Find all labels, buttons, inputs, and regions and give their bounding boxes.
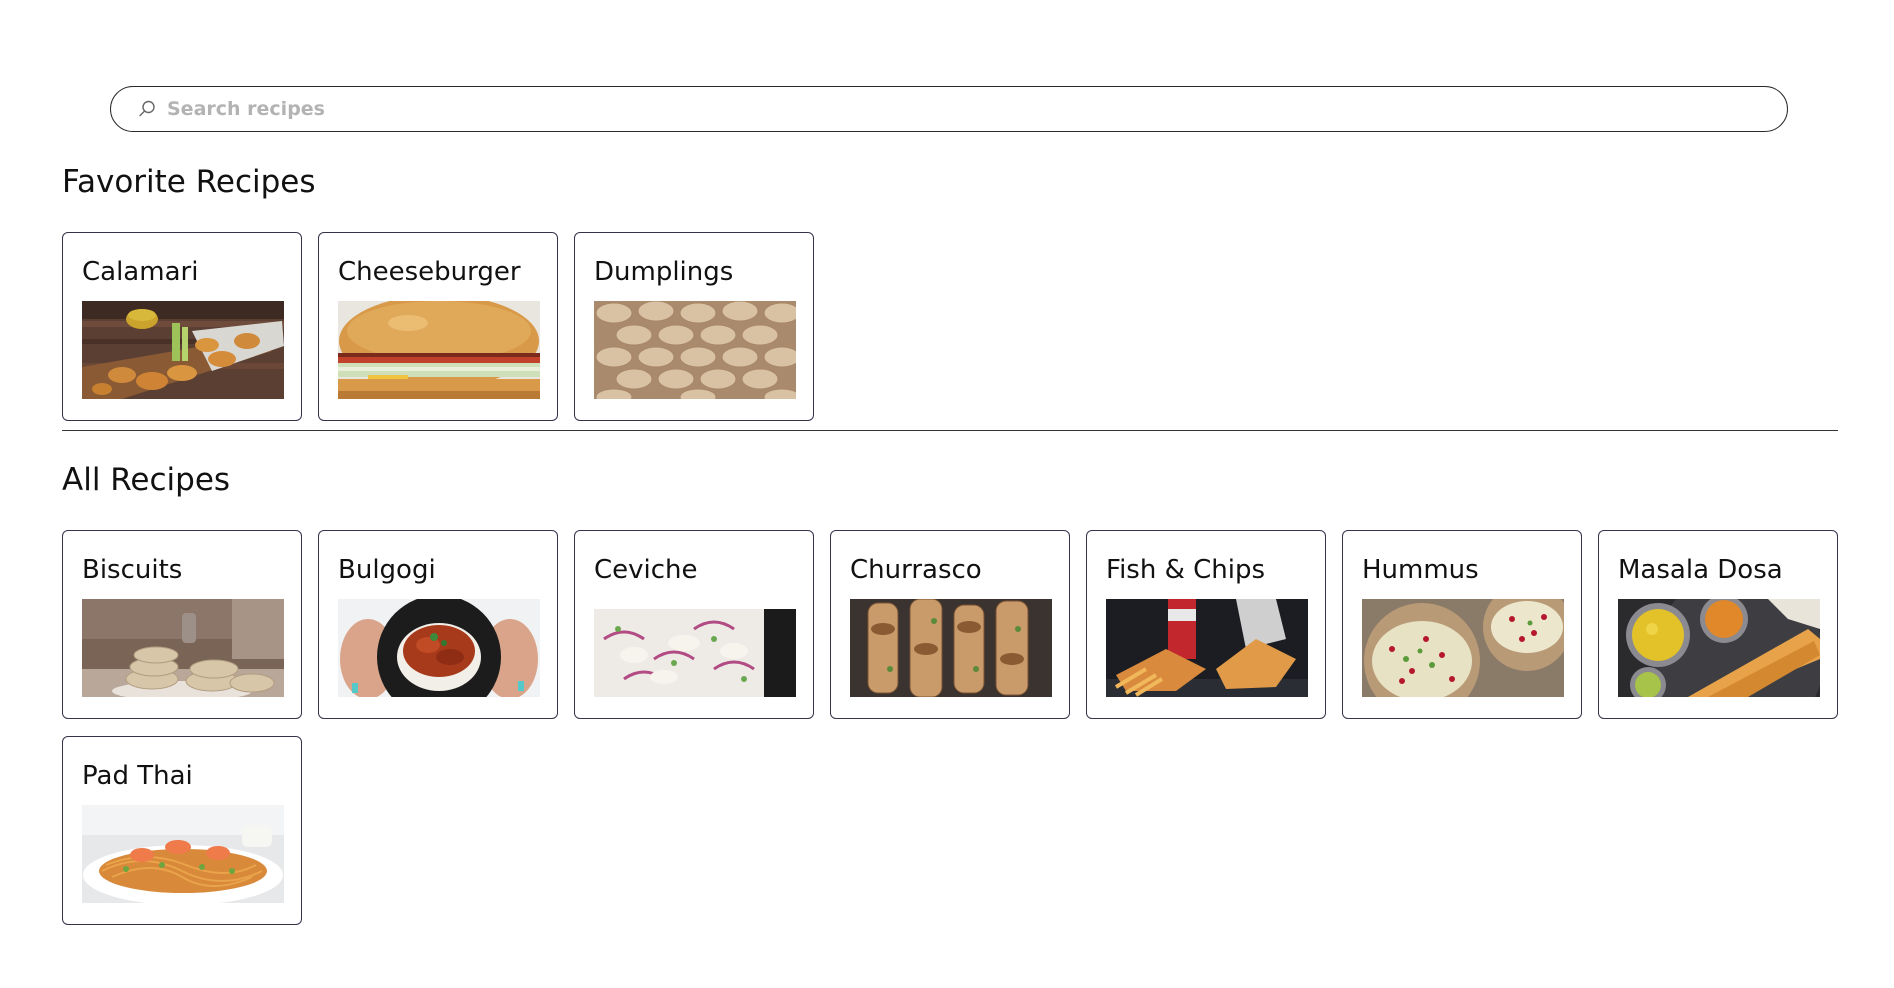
recipe-card-title: Bulgogi — [338, 555, 436, 585]
cheeseburger-photo — [338, 301, 540, 399]
recipe-card-title: Dumplings — [594, 257, 734, 287]
recipe-card-title: Masala Dosa — [1618, 555, 1783, 585]
fish-and-chips-photo — [1106, 599, 1308, 697]
favorites-grid: Calamari Cheeseburger Dumplings — [62, 232, 1838, 421]
recipe-card-title: Pad Thai — [82, 761, 193, 791]
recipe-card-dumplings[interactable]: Dumplings — [574, 232, 814, 421]
recipe-card-fish-and-chips[interactable]: Fish & Chips — [1086, 530, 1326, 719]
recipe-card-title: Churrasco — [850, 555, 982, 585]
recipe-card-pad-thai[interactable]: Pad Thai — [62, 736, 302, 925]
recipe-card-hummus[interactable]: Hummus — [1342, 530, 1582, 719]
recipes-page: Favorite Recipes Calamari — [0, 0, 1894, 988]
recipe-card-calamari[interactable]: Calamari — [62, 232, 302, 421]
recipe-card-title: Biscuits — [82, 555, 183, 585]
section-divider — [62, 430, 1838, 431]
pad-thai-photo — [82, 805, 284, 903]
dumplings-photo — [594, 301, 796, 399]
ceviche-photo — [594, 599, 796, 697]
churrasco-photo — [850, 599, 1052, 697]
recipe-card-biscuits[interactable]: Biscuits — [62, 530, 302, 719]
masala-dosa-photo — [1618, 599, 1820, 697]
favorites-heading: Favorite Recipes — [62, 164, 316, 200]
all-recipes-heading: All Recipes — [62, 462, 231, 498]
biscuits-photo — [82, 599, 284, 697]
recipe-card-churrasco[interactable]: Churrasco — [830, 530, 1070, 719]
recipe-card-title: Hummus — [1362, 555, 1479, 585]
recipe-card-title: Fish & Chips — [1106, 555, 1266, 585]
recipe-card-masala-dosa[interactable]: Masala Dosa — [1598, 530, 1838, 719]
recipe-card-cheeseburger[interactable]: Cheeseburger — [318, 232, 558, 421]
recipe-card-title: Ceviche — [594, 555, 698, 585]
recipe-card-title: Calamari — [82, 257, 199, 287]
search-input[interactable] — [167, 89, 1667, 129]
bulgogi-photo — [338, 599, 540, 697]
search-icon — [135, 97, 159, 121]
hummus-photo — [1362, 599, 1564, 697]
recipe-card-bulgogi[interactable]: Bulgogi — [318, 530, 558, 719]
recipe-card-title: Cheeseburger — [338, 257, 521, 287]
all-recipes-grid: Biscuits Bulgogi Ceviche Churrasco Fish … — [62, 530, 1838, 925]
calamari-photo — [82, 301, 284, 399]
recipe-card-ceviche[interactable]: Ceviche — [574, 530, 814, 719]
search-bar[interactable] — [110, 86, 1788, 132]
